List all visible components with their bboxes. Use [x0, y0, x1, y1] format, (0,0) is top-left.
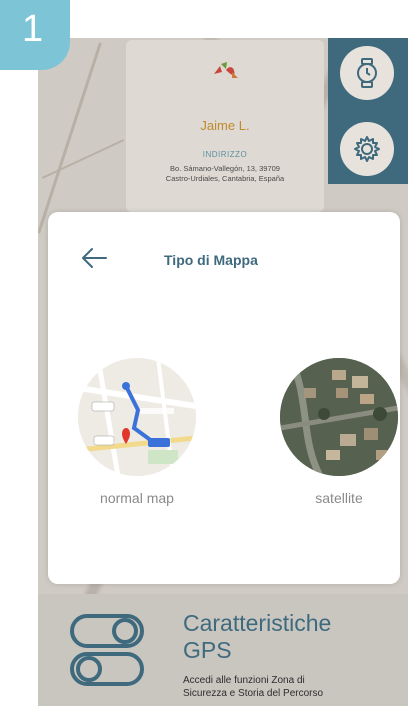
step-badge: 1 [0, 0, 70, 70]
side-toolbar [328, 38, 408, 184]
normal-map-option[interactable] [78, 358, 196, 476]
arrow-left-icon[interactable] [80, 246, 108, 270]
feature-title-line-1: Caratteristiche [183, 610, 332, 636]
user-name: Jaime L. [200, 118, 250, 133]
feature-title: Caratteristiche GPS [183, 610, 331, 664]
feature-desc-line-1: Accedi alle funzioni Zona di [183, 675, 305, 686]
address-text: Bo. Sámano-Vallegón, 13, 39709 Castro-Ur… [134, 164, 316, 184]
watch-button[interactable] [340, 46, 394, 100]
address-line-2: Castro-Urdiales, Cantabria, España [165, 174, 285, 183]
satellite-thumbnail [280, 358, 398, 476]
satellite-label[interactable]: satellite [269, 490, 408, 506]
map-type-dialog: Tipo di Mappa normal map satellite [48, 212, 400, 584]
watch-icon [357, 58, 377, 88]
feature-description: Accedi alle funzioni Zona di Sicurezza e… [183, 674, 383, 700]
settings-button[interactable] [340, 122, 394, 176]
profile-card: Jaime L. INDIRIZZO Bo. Sámano-Vallegón, … [126, 40, 324, 212]
app-screen: Jaime L. INDIRIZZO Bo. Sámano-Vallegón, … [38, 38, 408, 706]
address-line-1: Bo. Sámano-Vallegón, 13, 39709 [170, 164, 280, 173]
step-number: 1 [22, 8, 44, 50]
toggle-icon [70, 614, 144, 686]
brand-logo [214, 62, 238, 78]
gps-feature-panel[interactable]: Caratteristiche GPS Accedi alle funzioni… [38, 594, 408, 706]
normal-map-thumbnail [78, 358, 196, 476]
gear-icon [354, 136, 380, 162]
normal-map-label[interactable]: normal map [67, 490, 207, 506]
feature-title-line-2: GPS [183, 637, 232, 663]
dialog-title: Tipo di Mappa [164, 252, 258, 268]
feature-desc-line-2: Sicurezza e Storia del Percorso [183, 688, 324, 699]
satellite-option[interactable] [280, 358, 398, 476]
address-label: INDIRIZZO [202, 150, 248, 159]
